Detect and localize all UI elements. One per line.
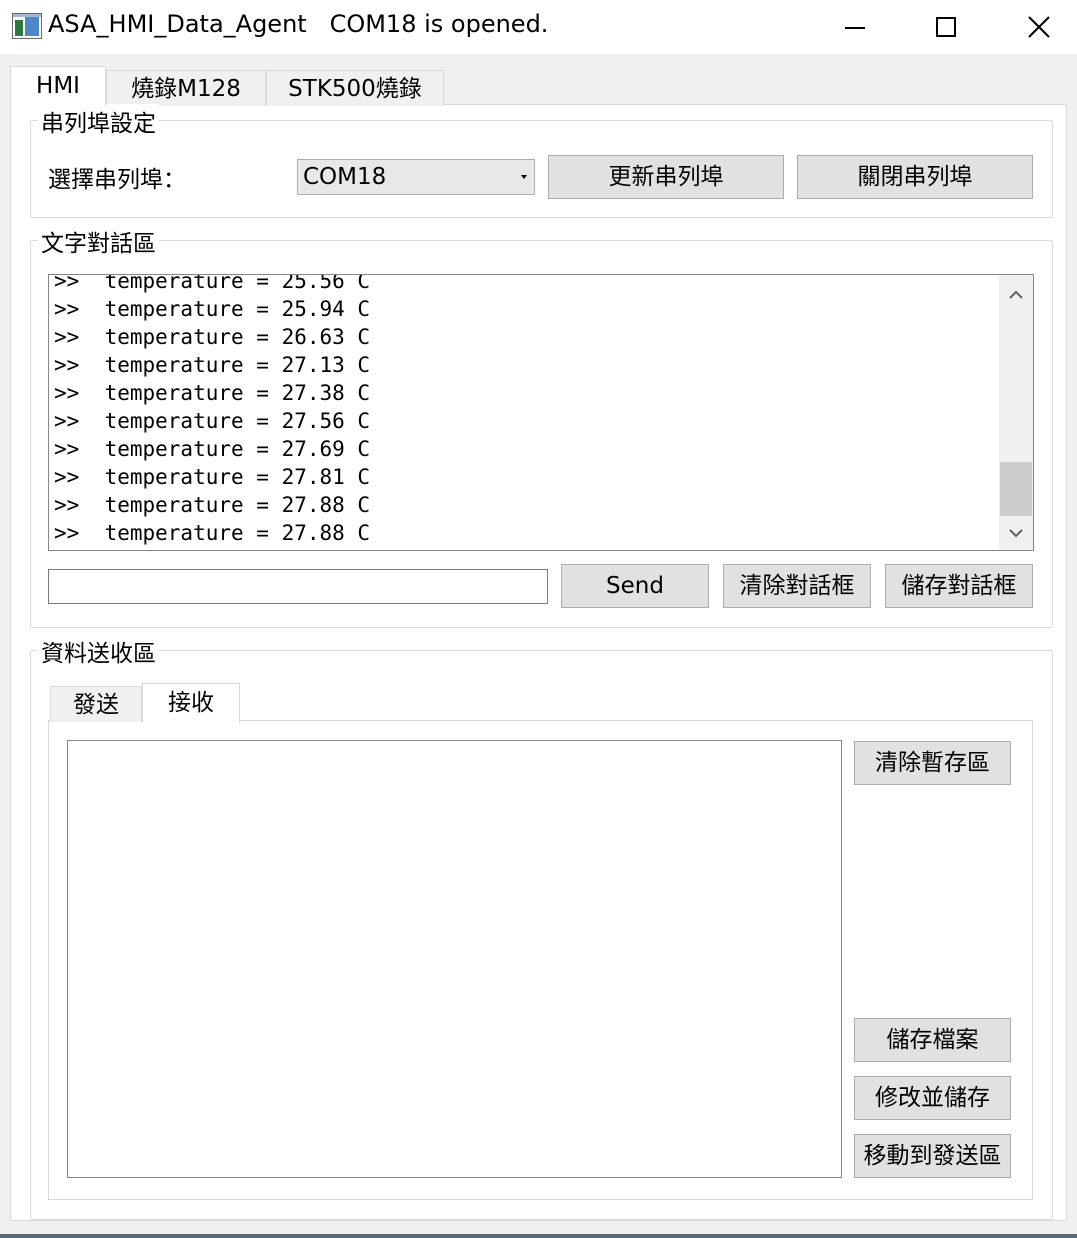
log-line: >> temperature = 27.88 C: [54, 493, 371, 517]
data-group-title: 資料送收區: [38, 634, 159, 668]
title-bar: ASA_HMI_Data_Agent COM18 is opened.: [0, 0, 1077, 54]
clear-chat-button[interactable]: 清除對話框: [723, 564, 871, 608]
serial-settings-title: 串列埠設定: [38, 104, 159, 138]
tab-burn-m128[interactable]: 燒錄M128: [106, 70, 266, 106]
save-file-button[interactable]: 儲存檔案: [854, 1018, 1011, 1062]
tab-send[interactable]: 發送: [50, 686, 142, 722]
select-port-label: 選擇串列埠：: [48, 167, 186, 193]
clear-buffer-button[interactable]: 清除暫存區: [854, 741, 1011, 785]
maximize-icon: [936, 17, 956, 37]
tab-stk500-burn[interactable]: STK500燒錄: [266, 70, 444, 106]
scroll-thumb[interactable]: [1000, 462, 1032, 516]
maximize-button[interactable]: [900, 0, 992, 54]
log-line: >> temperature = 25.56 C: [54, 274, 371, 293]
port-select[interactable]: COM18: [297, 159, 535, 195]
move-to-send-button[interactable]: 移動到發送區: [854, 1134, 1011, 1178]
log-line: >> temperature = 27.81 C: [54, 465, 371, 489]
minimize-button[interactable]: [808, 0, 900, 54]
log-line: >> temperature = 27.69 C: [54, 437, 371, 461]
log-line: >> temperature = 27.13 C: [54, 353, 371, 377]
caret-down-icon: [521, 175, 527, 179]
refresh-ports-button[interactable]: 更新串列埠: [548, 155, 784, 199]
window-title: ASA_HMI_Data_Agent COM18 is opened.: [48, 10, 549, 38]
window-bottom-edge: [0, 1234, 1077, 1238]
port-select-value: COM18: [303, 164, 387, 190]
chat-group-title: 文字對話區: [38, 224, 159, 258]
close-port-button[interactable]: 關閉串列埠: [797, 155, 1033, 199]
log-line: >> temperature = 27.88 C: [54, 521, 371, 545]
tab-hmi[interactable]: HMI: [10, 66, 106, 106]
chat-scrollbar[interactable]: [999, 275, 1033, 550]
chevron-down-icon[interactable]: [999, 518, 1033, 548]
minimize-icon: [845, 27, 865, 29]
close-button[interactable]: [992, 0, 1077, 54]
log-line: >> temperature = 27.38 C: [54, 381, 371, 405]
modify-save-button[interactable]: 修改並儲存: [854, 1076, 1011, 1120]
chat-log[interactable]: >> temperature = 25.56 C >> temperature …: [48, 274, 1034, 551]
log-line: >> temperature = 27.56 C: [54, 409, 371, 433]
app-chart-icon: [12, 13, 42, 39]
tab-receive[interactable]: 接收: [142, 683, 240, 723]
chevron-up-icon[interactable]: [999, 280, 1033, 310]
send-button[interactable]: Send: [561, 564, 709, 608]
close-icon: [1028, 16, 1050, 38]
log-line: >> temperature = 26.63 C: [54, 325, 371, 349]
chat-input[interactable]: [48, 569, 548, 604]
save-chat-button[interactable]: 儲存對話框: [885, 564, 1033, 608]
log-line: >> temperature = 25.94 C: [54, 297, 371, 321]
receive-textarea[interactable]: [67, 740, 842, 1178]
